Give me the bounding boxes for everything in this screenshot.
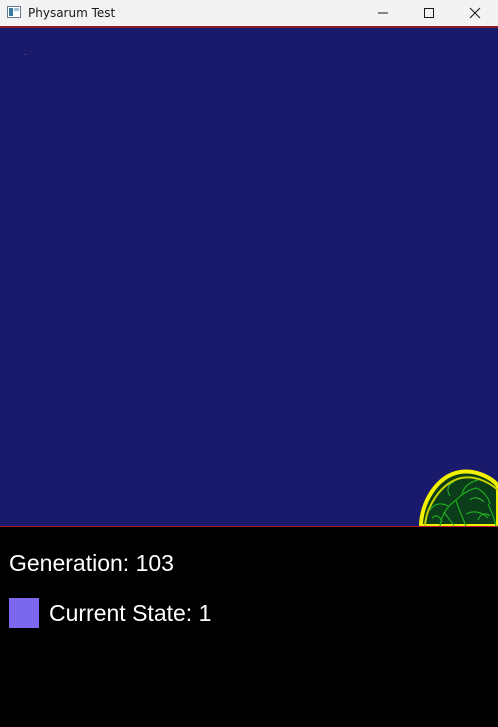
simulation-canvas[interactable] (0, 28, 498, 526)
close-button[interactable] (452, 0, 498, 26)
close-icon (469, 7, 481, 19)
physarum-colony (418, 469, 498, 526)
window-title: Physarum Test (28, 6, 116, 20)
generation-counter: Generation: 103 (9, 550, 174, 576)
stray-agent-dot (25, 54, 26, 55)
app-window-icon (7, 6, 21, 18)
maximize-icon (424, 8, 434, 18)
maximize-button[interactable] (406, 0, 452, 26)
simulation-drawing (25, 54, 498, 526)
minimize-icon (378, 12, 388, 14)
app-window: Physarum Test Generation: 103 Current St… (0, 0, 498, 727)
state-color-swatch (9, 598, 39, 628)
current-state-label: Current State: 1 (49, 600, 212, 626)
title-bar[interactable]: Physarum Test (0, 0, 498, 26)
minimize-button[interactable] (360, 0, 406, 26)
status-panel: Generation: 103 Current State: 1 (0, 527, 498, 727)
